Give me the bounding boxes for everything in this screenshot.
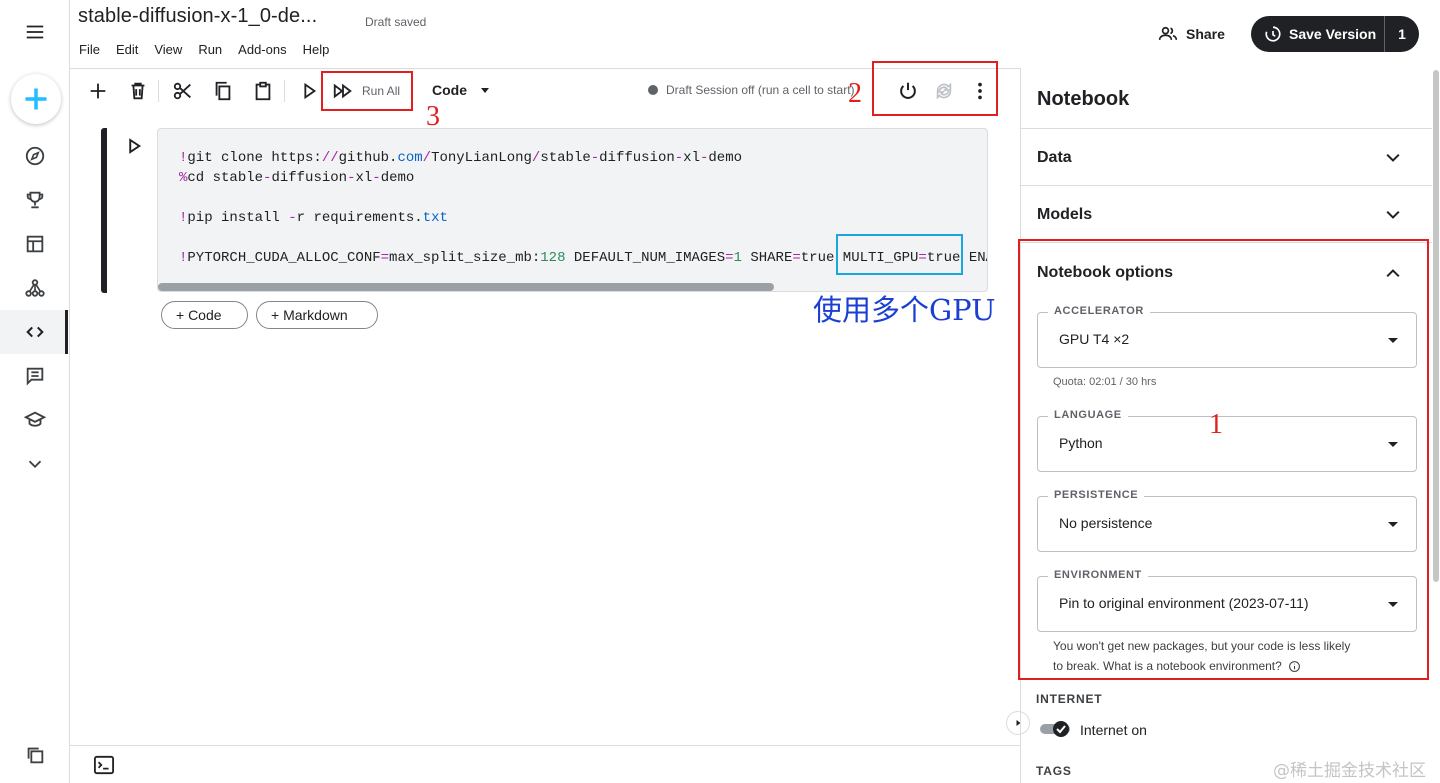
history-icon (1265, 26, 1281, 42)
session-status-text: Draft Session off (run a cell to start) (666, 83, 855, 97)
session-status: Draft Session off (run a cell to start) (648, 83, 855, 97)
tags-label: TAGS (1036, 764, 1072, 778)
annotation-marker-2: 2 (848, 78, 862, 109)
add-cell-icon[interactable] (85, 78, 111, 104)
menu-help[interactable]: Help (303, 42, 330, 57)
cut-icon[interactable] (170, 78, 196, 104)
add-markdown-cell-button[interactable]: + Markdown (256, 301, 378, 329)
cell-type-select[interactable]: Code (432, 82, 489, 98)
data-section[interactable]: Data (1021, 128, 1433, 185)
toolbar-separator (158, 80, 159, 102)
multi-gpu-highlight (836, 234, 963, 275)
add-markdown-label: + Markdown (271, 307, 348, 323)
hamburger-menu-icon[interactable] (0, 12, 70, 52)
add-code-label: + Code (176, 307, 222, 323)
left-nav-rail (0, 0, 70, 783)
copies-icon[interactable] (0, 735, 70, 775)
annotation-box-1 (1018, 239, 1429, 680)
share-button[interactable]: Share (1158, 22, 1225, 46)
cell-selection-bar (101, 128, 107, 293)
trophy-icon[interactable] (0, 180, 70, 220)
version-count[interactable]: 1 (1385, 26, 1419, 42)
chevron-down-icon (1386, 153, 1400, 162)
people-icon (1158, 26, 1178, 40)
models-section[interactable]: Models (1021, 185, 1433, 242)
copy-icon[interactable] (210, 78, 236, 104)
menu-run[interactable]: Run (198, 42, 222, 57)
panel-title: Notebook (1037, 88, 1130, 110)
panel-scrollbar-thumb[interactable] (1433, 70, 1439, 582)
console-divider (70, 745, 1020, 746)
run-cell-icon[interactable] (296, 78, 322, 104)
internet-toggle[interactable] (1040, 721, 1072, 737)
menu-bar: File Edit View Run Add-ons Help (79, 42, 345, 57)
add-code-cell-button[interactable]: + Code (161, 301, 248, 329)
menu-addons[interactable]: Add-ons (238, 42, 286, 57)
models-section-label: Models (1037, 206, 1093, 223)
create-button[interactable] (11, 74, 61, 124)
code-icon[interactable] (0, 312, 70, 352)
status-dot (648, 85, 658, 95)
save-version-button[interactable]: Save Version 1 (1251, 16, 1419, 52)
horizontal-scrollbar[interactable] (158, 283, 774, 291)
menu-edit[interactable]: Edit (116, 42, 138, 57)
cell-type-value: Code (432, 82, 467, 98)
save-version-label: Save Version (1289, 26, 1377, 42)
paste-icon[interactable] (250, 78, 276, 104)
watermark: @稀土掘金技术社区 (1273, 761, 1426, 781)
share-label: Share (1186, 26, 1225, 42)
menu-view[interactable]: View (154, 42, 182, 57)
gpu-annotation-note: 使用多个GPU (813, 293, 996, 327)
compass-icon[interactable] (0, 136, 70, 176)
learn-icon[interactable] (0, 400, 70, 440)
code-line-1a: git clone https: (187, 150, 322, 166)
internet-label: INTERNET (1036, 692, 1103, 706)
chevron-down-icon (1386, 210, 1400, 219)
table-icon[interactable] (0, 224, 70, 264)
toolbar-separator (284, 80, 285, 102)
delete-icon[interactable] (125, 78, 151, 104)
annotation-box-3 (321, 71, 413, 111)
menu-file[interactable]: File (79, 42, 100, 57)
discussion-icon[interactable] (0, 356, 70, 396)
cell-run-icon[interactable] (125, 137, 143, 155)
console-icon[interactable] (93, 755, 115, 775)
models-icon[interactable] (0, 268, 70, 308)
chevron-down-icon[interactable] (0, 444, 70, 484)
caret-down-icon (481, 87, 489, 93)
save-status: Draft saved (365, 15, 427, 29)
internet-status: Internet on (1080, 722, 1147, 738)
data-section-label: Data (1037, 149, 1072, 166)
annotation-box-2 (872, 61, 998, 116)
plus-icon (25, 88, 47, 110)
annotation-marker-1: 1 (1209, 409, 1223, 440)
notebook-title[interactable]: stable-diffusion-x-1_0-de... (78, 5, 317, 28)
